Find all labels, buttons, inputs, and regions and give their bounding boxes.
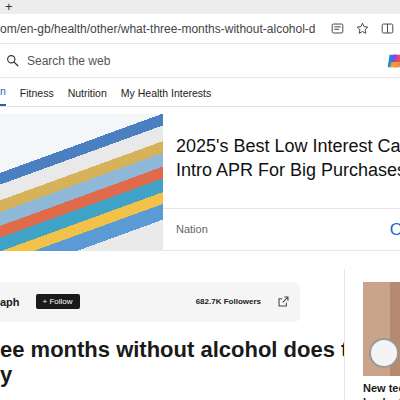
search-bar: [0, 44, 400, 78]
follow-button[interactable]: + Follow: [36, 294, 80, 309]
nav-tab[interactable]: My Health Interests: [121, 82, 211, 106]
address-text[interactable]: om/en-gb/health/other/what-three-months-…: [0, 20, 315, 38]
tab-strip: +: [0, 0, 400, 14]
headline-line: ee months without alcohol does to: [0, 337, 344, 362]
side-ad-title-line: New tec: [363, 381, 400, 395]
implant-photo: [363, 282, 400, 376]
side-ad-title-line: Implant: [363, 395, 400, 400]
article-headline: ee months without alcohol does toy: [0, 337, 344, 387]
ad-card[interactable]: 2025's Best Low Interest CardsIntro APR …: [0, 114, 400, 251]
nav-tab[interactable]: n: [0, 80, 6, 106]
search-icon: [6, 54, 19, 67]
follower-count: 682.7K Followers: [196, 296, 261, 308]
follow-label: Follow: [49, 297, 72, 306]
publisher-name[interactable]: aph: [0, 294, 20, 311]
share-icon[interactable]: [277, 295, 290, 308]
ad-badge: O: [390, 217, 400, 243]
ad-title-line: Intro APR For Big Purchases: [176, 158, 400, 182]
side-ad[interactable]: New tecImplant: [345, 269, 400, 400]
plus-icon: +: [43, 297, 48, 306]
address-bar[interactable]: om/en-gb/health/other/what-three-months-…: [0, 14, 400, 44]
category-nav: n Fitness Nutrition My Health Interests: [0, 80, 400, 107]
side-ad-title[interactable]: New tecImplant: [363, 381, 400, 400]
reader-icon[interactable]: [331, 22, 344, 35]
publisher-card: aph + Follow 682.7K Followers: [0, 282, 300, 322]
credit-cards-photo: [0, 114, 163, 251]
favorite-star-icon[interactable]: [356, 22, 369, 35]
copilot-icon[interactable]: [386, 52, 400, 70]
search-input[interactable]: [27, 52, 386, 70]
ad-title[interactable]: 2025's Best Low Interest CardsIntro APR …: [163, 114, 400, 209]
new-tab-button[interactable]: +: [5, 0, 13, 14]
nav-tab[interactable]: Fitness: [20, 82, 54, 106]
nav-tab[interactable]: Nutrition: [68, 82, 107, 106]
ad-title-line: 2025's Best Low Interest Cards: [176, 134, 400, 158]
headline-line: y: [0, 362, 344, 387]
ad-source: Nation: [176, 221, 208, 238]
split-screen-icon[interactable]: [381, 22, 394, 35]
